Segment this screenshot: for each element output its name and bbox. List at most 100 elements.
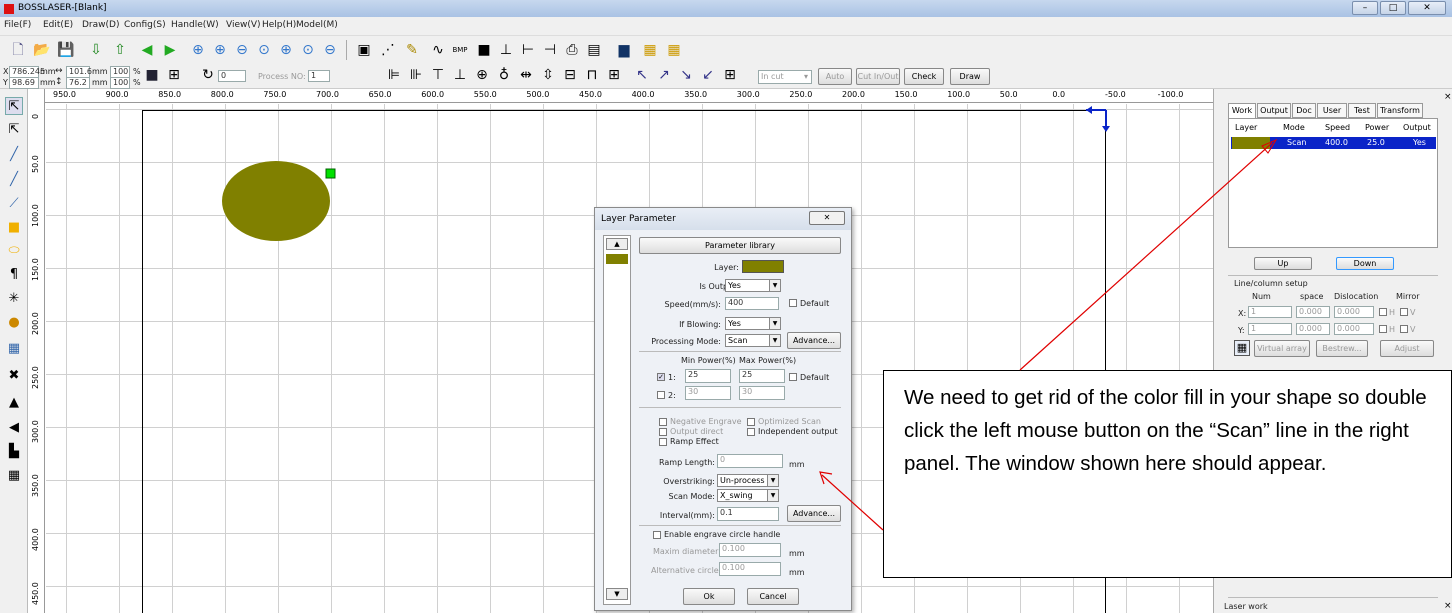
zoom-select-icon[interactable]: ⊖	[320, 40, 340, 60]
output-direct-checkbox[interactable]	[659, 428, 667, 436]
maximize-button[interactable]: □	[1380, 1, 1406, 15]
same-size-icon[interactable]: ⊟	[560, 65, 580, 85]
zoom-in-icon[interactable]: ⊕	[188, 40, 208, 60]
close-button[interactable]: ✕	[1408, 1, 1446, 15]
x-mirror-h-checkbox[interactable]	[1379, 308, 1387, 316]
ramp-length-field[interactable]: 0	[717, 454, 783, 468]
array-grid-icon[interactable]: ▦	[1234, 340, 1250, 356]
mirror-v-icon[interactable]: ◀	[5, 419, 23, 437]
rect-select-icon[interactable]: ▣	[354, 40, 374, 60]
zoom-plus-icon[interactable]: ⊕	[210, 40, 230, 60]
y-num-field[interactable]: 1	[1248, 323, 1292, 335]
menu-handle[interactable]: Handle(W)	[171, 20, 219, 30]
rectangle-icon[interactable]: ■	[5, 219, 23, 237]
align-left-icon[interactable]: ⊫	[384, 65, 404, 85]
scroll-up-icon[interactable]: ▲	[606, 238, 628, 250]
curve-icon[interactable]: ∿	[428, 40, 448, 60]
menu-edit[interactable]: Edit(E)	[43, 20, 73, 30]
node-edit-icon[interactable]: ⋰	[378, 40, 398, 60]
tab-doc[interactable]: Doc	[1292, 103, 1316, 118]
table-row[interactable]: Scan 400.0 25.0 Yes	[1231, 137, 1436, 149]
menu-model[interactable]: Model(M)	[296, 20, 338, 30]
x-num-field[interactable]: 1	[1248, 306, 1292, 318]
monitor-icon[interactable]: ▆	[614, 40, 634, 60]
advance-scan-button[interactable]: Advance...	[787, 505, 841, 522]
power2-checkbox[interactable]	[657, 391, 665, 399]
polyline-icon[interactable]: ╱	[5, 171, 23, 189]
column-icon[interactable]: ⊓	[582, 65, 602, 85]
up-button[interactable]: Up	[1254, 257, 1312, 270]
print-icon[interactable]: ⎙	[562, 40, 582, 60]
min-power1-field[interactable]: 25	[685, 369, 731, 383]
menu-help[interactable]: Help(H)	[262, 20, 296, 30]
alt-circle-field[interactable]: 0.100	[719, 562, 781, 576]
bestrew-button[interactable]: Bestrew...	[1316, 340, 1368, 357]
mirror-h-icon[interactable]: ▲	[5, 394, 23, 412]
cut-inout-button[interactable]: Cut In/Out	[856, 68, 900, 85]
overstriking-select[interactable]: Un-process ▼	[717, 474, 779, 487]
align-top-icon[interactable]: ⊤	[428, 65, 448, 85]
frame-icon[interactable]: ▤	[584, 40, 604, 60]
filled-ellipse-shape[interactable]	[222, 161, 330, 241]
layer-color-swatch[interactable]	[742, 260, 784, 273]
array-icon[interactable]: ▦	[5, 340, 23, 358]
align-right-icon[interactable]: ⊪	[406, 65, 426, 85]
center-v-icon[interactable]: ♁	[494, 65, 514, 85]
draw-button[interactable]: Draw	[950, 68, 990, 85]
power1-checkbox[interactable]: ✓	[657, 373, 665, 381]
down-button[interactable]: Down	[1336, 257, 1394, 270]
rotation-field[interactable]: 0	[218, 70, 246, 82]
minimize-button[interactable]: –	[1352, 1, 1378, 15]
negative-engrave-checkbox[interactable]	[659, 418, 667, 426]
check-button[interactable]: Check	[904, 68, 944, 85]
text-icon[interactable]: ¶	[5, 266, 23, 284]
scroll-down-icon[interactable]: ▼	[606, 588, 628, 600]
menu-file[interactable]: File(F)	[4, 20, 31, 30]
y-position-field[interactable]: 98.69	[9, 77, 39, 89]
color-layers-icon[interactable]: ▦	[640, 40, 660, 60]
zoom-out-icon[interactable]: ⊖	[232, 40, 252, 60]
point-icon[interactable]: ✳	[5, 290, 23, 308]
new-file-icon[interactable]: 🗋	[8, 40, 28, 60]
scale-height-field[interactable]: 100	[110, 77, 130, 89]
zoom-fit-icon[interactable]: ⊙	[254, 40, 274, 60]
center-h-icon[interactable]: ⊕	[472, 65, 492, 85]
align-bottom-icon[interactable]: ⊥	[450, 65, 470, 85]
dock-icon[interactable]: ▙	[5, 443, 23, 461]
arrow-sw-icon[interactable]: ↙	[698, 65, 718, 85]
min-power2-field[interactable]: 30	[685, 386, 731, 400]
same-height-icon[interactable]: ⇳	[538, 65, 558, 85]
menu-view[interactable]: View(V)	[226, 20, 261, 30]
color-layers2-icon[interactable]: ▦	[664, 40, 684, 60]
scan-mode-select[interactable]: X_swing ▼	[717, 489, 779, 502]
node-select-icon[interactable]: ⇱	[5, 121, 23, 139]
undo-icon[interactable]: ◀	[137, 40, 157, 60]
speed-field[interactable]: 400	[725, 297, 779, 310]
ok-button[interactable]: Ok	[683, 588, 735, 605]
grid-icon[interactable]: ⊞	[604, 65, 624, 85]
process-no-field[interactable]: 1	[308, 70, 330, 82]
cut-mode-combo[interactable]: In cut ▾	[758, 70, 812, 84]
interval-field[interactable]: 0.1	[717, 507, 779, 521]
x-dislocation-field[interactable]: 0.000	[1334, 306, 1374, 318]
open-folder-icon[interactable]: 📂	[32, 40, 52, 60]
dialog-close-button[interactable]: ✕	[809, 211, 845, 225]
max-diameter-field[interactable]: 0.100	[719, 543, 781, 557]
tree-icon[interactable]: ⊥	[496, 40, 516, 60]
y-space-field[interactable]: 0.000	[1296, 323, 1330, 335]
max-power1-field[interactable]: 25	[739, 369, 785, 383]
independent-output-checkbox[interactable]	[747, 428, 755, 436]
tab-output[interactable]: Output	[1257, 103, 1291, 118]
optimized-scan-checkbox[interactable]	[747, 418, 755, 426]
if-blowing-select[interactable]: Yes ▼	[725, 317, 781, 330]
same-width-icon[interactable]: ⇹	[516, 65, 536, 85]
delete-icon[interactable]: ✖	[5, 367, 23, 385]
close-icon[interactable]: ×	[1444, 601, 1452, 611]
curve-tool-icon[interactable]: ⟋	[5, 195, 23, 213]
grid-lock-icon[interactable]: ⊞	[164, 65, 184, 85]
menu-draw[interactable]: Draw(D)	[82, 20, 119, 30]
origin-marker[interactable]	[325, 168, 336, 179]
menu-config[interactable]: Config(S)	[124, 20, 166, 30]
ramp-effect-checkbox[interactable]	[659, 438, 667, 446]
center-icon[interactable]: ⊞	[720, 65, 740, 85]
